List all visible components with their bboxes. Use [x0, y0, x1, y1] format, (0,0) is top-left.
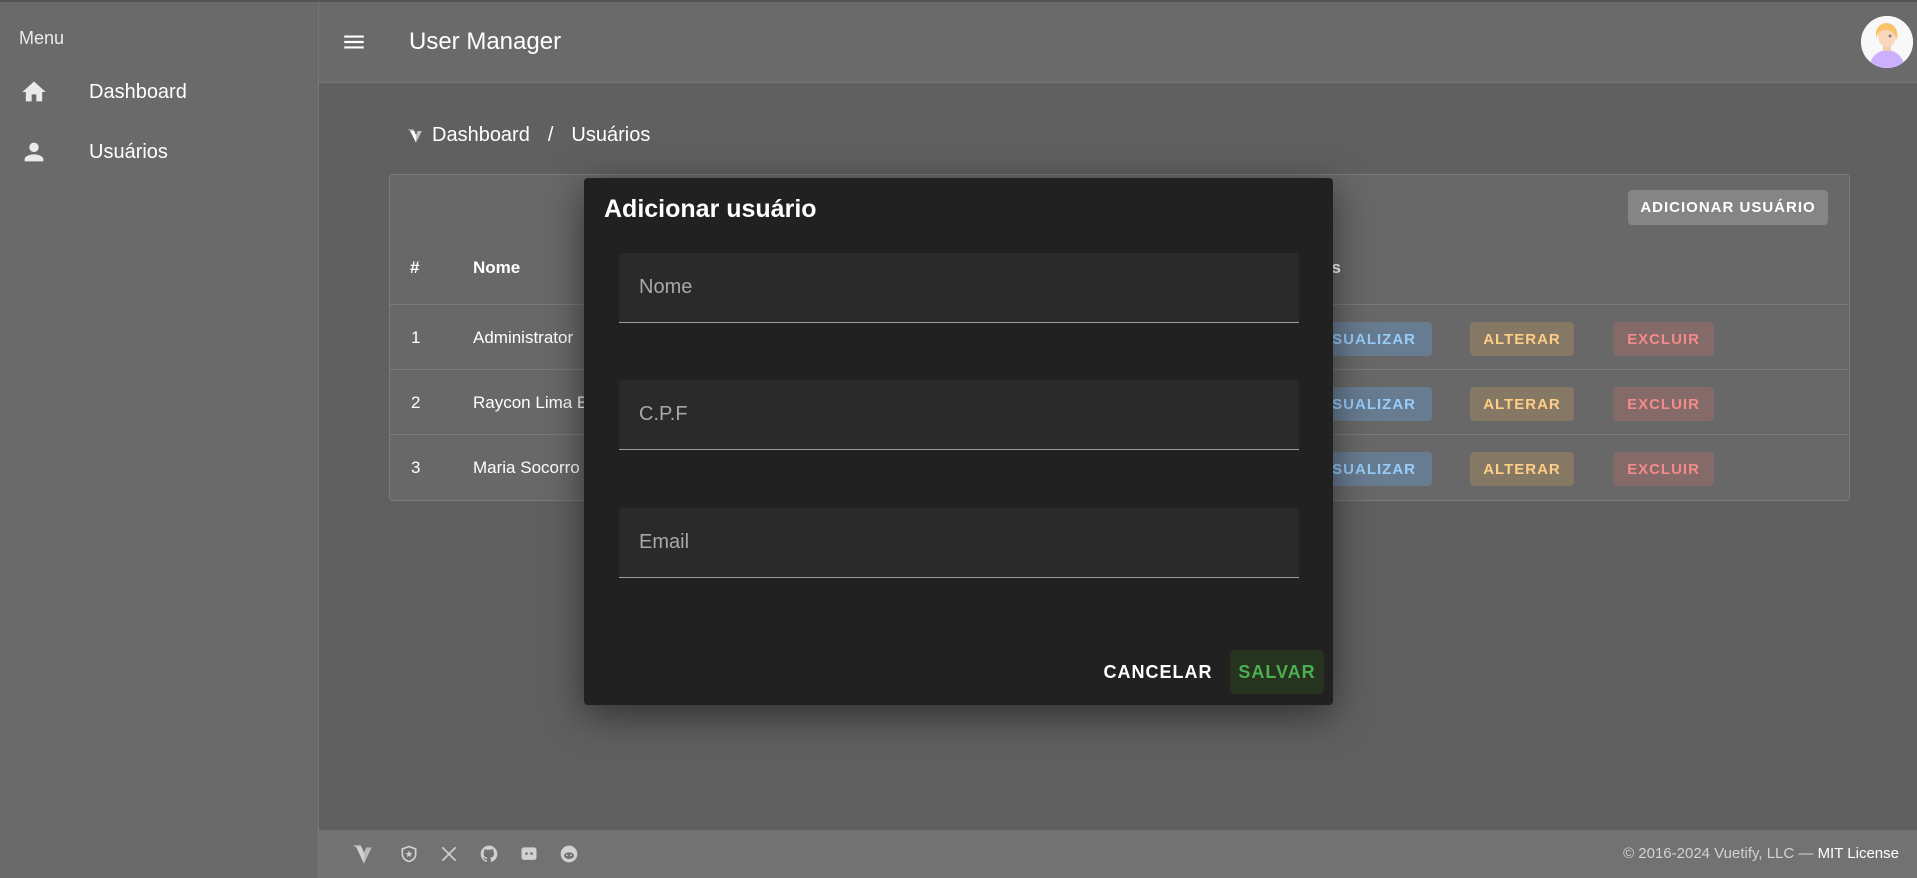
cancel-button[interactable]: CANCELAR — [1102, 650, 1214, 694]
name-field[interactable] — [619, 253, 1299, 323]
add-user-dialog: Adicionar usuário CANCELAR SALVAR — [584, 178, 1333, 705]
name-input[interactable] — [619, 253, 1299, 322]
save-button[interactable]: SALVAR — [1230, 650, 1324, 694]
cpf-input[interactable] — [619, 380, 1299, 449]
dialog-title: Adicionar usuário — [604, 195, 817, 223]
email-field[interactable] — [619, 508, 1299, 578]
cpf-field[interactable] — [619, 380, 1299, 450]
email-input[interactable] — [619, 508, 1299, 577]
